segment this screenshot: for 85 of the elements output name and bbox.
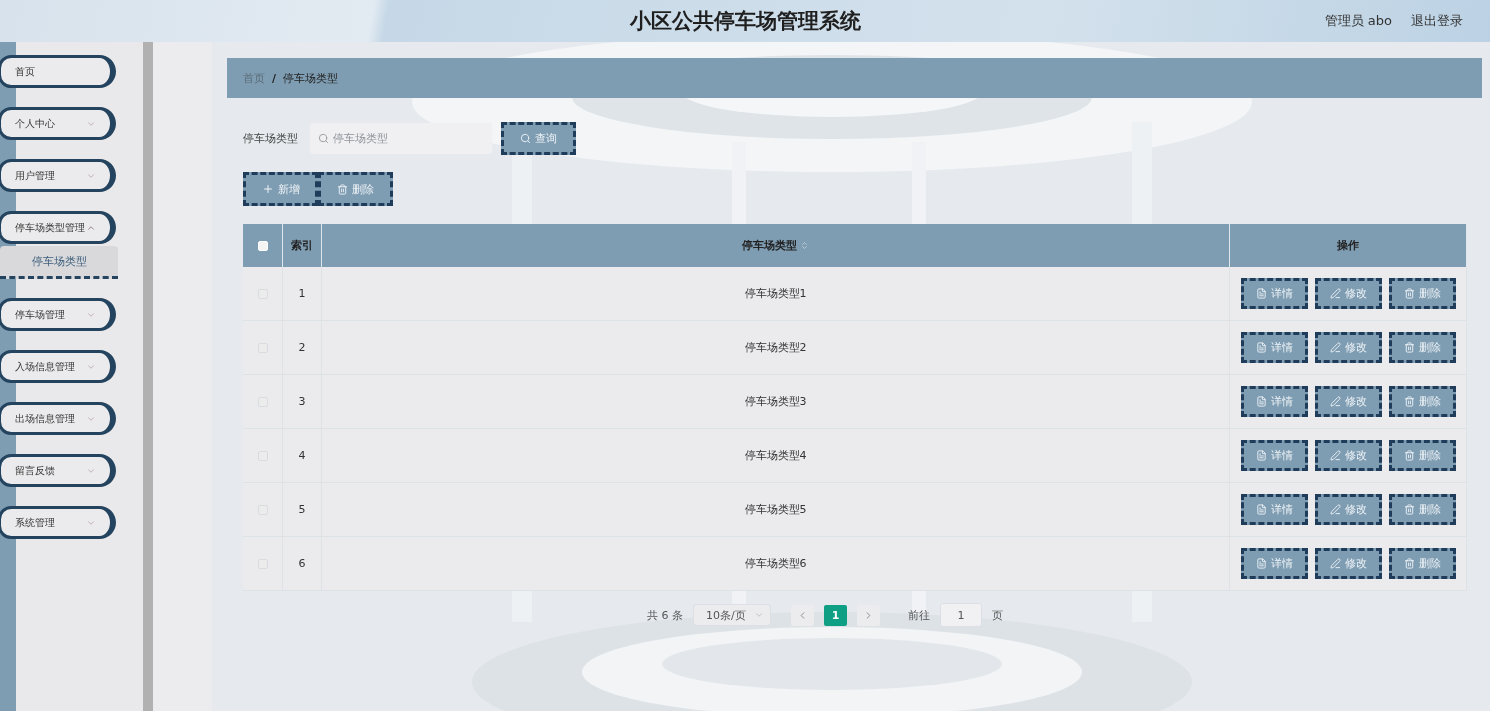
menu-item[interactable]: 留言反馈 — [0, 454, 116, 487]
column-header[interactable]: 停车场类型 — [322, 224, 1230, 267]
page-button[interactable]: 1 — [824, 604, 847, 626]
delete-button[interactable]: 删除 — [1388, 494, 1456, 525]
search-icon — [318, 132, 329, 144]
table-cell: 5 — [283, 483, 322, 537]
table-cell: 6 — [283, 537, 322, 591]
trash-icon — [1403, 342, 1415, 353]
pen-icon — [1329, 450, 1341, 461]
menu-item[interactable]: 停车场管理 — [0, 298, 116, 331]
table-cell: 停车场类型6 — [322, 537, 1230, 591]
document-icon — [1255, 396, 1267, 407]
edit-button[interactable]: 修改 — [1314, 386, 1382, 417]
document-icon — [1255, 288, 1267, 299]
table-cell: 停车场类型1 — [322, 267, 1230, 321]
document-icon — [1255, 450, 1267, 461]
add-button[interactable]: 新增 — [243, 172, 318, 206]
delete-button[interactable]: 删除 — [1388, 332, 1456, 363]
breadcrumb-current: 停车场类型 — [283, 70, 339, 86]
app-title: 小区公共停车场管理系统 — [629, 8, 861, 35]
plus-icon — [261, 183, 274, 195]
total-count: 共 6 条 — [647, 607, 683, 623]
detail-button[interactable]: 详情 — [1240, 440, 1308, 471]
pen-icon — [1329, 504, 1341, 515]
search-label: 停车场类型 — [243, 130, 298, 146]
delete-button[interactable]: 删除 — [1388, 548, 1456, 579]
next-page-button[interactable] — [857, 604, 880, 626]
column-header: 操作 — [1230, 224, 1467, 267]
table-cell: 停车场类型5 — [322, 483, 1230, 537]
breadcrumb-separator: / — [272, 71, 277, 85]
user-name: 管理员 abo — [1324, 12, 1392, 30]
delete-button[interactable]: 删除 — [1388, 278, 1456, 309]
previous-page-button[interactable] — [791, 604, 814, 626]
document-icon — [1255, 342, 1267, 353]
select-all-checkbox[interactable] — [257, 240, 268, 251]
trash-icon — [1403, 558, 1415, 569]
table-cell: 停车场类型4 — [322, 429, 1230, 483]
table-cell: 2 — [283, 321, 322, 375]
edit-button[interactable]: 修改 — [1314, 494, 1382, 525]
search-field[interactable]: 停车场类型 — [310, 122, 492, 154]
query-button[interactable]: 查询 — [501, 121, 576, 155]
document-icon — [1255, 504, 1267, 515]
trash-icon — [1403, 450, 1415, 461]
delete-button[interactable]: 删除 — [1388, 386, 1456, 417]
delete-button[interactable]: 删除 — [318, 172, 393, 206]
edit-button[interactable]: 修改 — [1314, 440, 1382, 471]
submenu-item[interactable]: 停车场类型 — [0, 246, 118, 279]
column-header: 索引 — [283, 224, 322, 267]
table-cell: 3 — [283, 375, 322, 429]
detail-button[interactable]: 详情 — [1240, 332, 1308, 363]
edit-button[interactable]: 修改 — [1314, 548, 1382, 579]
pen-icon — [1329, 396, 1341, 407]
menu-item[interactable]: 系统管理 — [0, 506, 116, 539]
table-cell: 1 — [283, 267, 322, 321]
table-cell: 停车场类型3 — [322, 375, 1230, 429]
menu-item[interactable]: 出场信息管理 — [0, 402, 116, 435]
menu-item[interactable]: 首页 — [0, 55, 116, 88]
goto-label: 前往 — [908, 607, 930, 623]
logout-link[interactable]: 退出登录 — [1411, 12, 1463, 30]
menu-item[interactable]: 入场信息管理 — [0, 350, 116, 383]
detail-button[interactable]: 详情 — [1240, 386, 1308, 417]
detail-button[interactable]: 详情 — [1240, 494, 1308, 525]
page-size-select[interactable]: 10条/页 — [693, 604, 771, 626]
trash-icon — [337, 183, 348, 195]
page-input[interactable]: 1 — [940, 603, 982, 627]
edit-button[interactable]: 修改 — [1314, 332, 1382, 363]
menu-item[interactable]: 用户管理 — [0, 159, 116, 192]
table-cell: 4 — [283, 429, 322, 483]
delete-button[interactable]: 删除 — [1388, 440, 1456, 471]
chevron-icon — [754, 610, 764, 620]
detail-button[interactable]: 详情 — [1240, 548, 1308, 579]
menu-item[interactable]: 个人中心 — [0, 107, 116, 140]
pen-icon — [1329, 288, 1341, 299]
pen-icon — [1329, 558, 1341, 569]
page-suffix: 页 — [992, 607, 1003, 623]
trash-icon — [1403, 396, 1415, 407]
document-icon — [1255, 558, 1267, 569]
trash-icon — [1403, 288, 1415, 299]
pen-icon — [1329, 342, 1341, 353]
table-cell: 停车场类型2 — [322, 321, 1230, 375]
menu-item[interactable]: 停车场类型管理 — [0, 211, 116, 244]
detail-button[interactable]: 详情 — [1240, 278, 1308, 309]
edit-button[interactable]: 修改 — [1314, 278, 1382, 309]
trash-icon — [1403, 504, 1415, 515]
search-icon — [520, 132, 531, 144]
